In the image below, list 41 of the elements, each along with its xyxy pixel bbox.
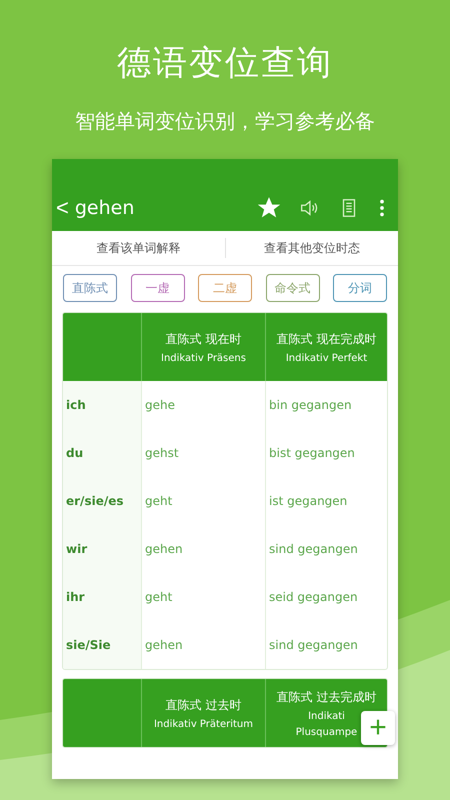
- back-button[interactable]: <: [54, 197, 71, 219]
- table-cell: bin gegangen: [265, 381, 387, 429]
- tense-name-german: Indikativ Perfekt: [286, 352, 368, 364]
- more-icon[interactable]: [378, 197, 386, 219]
- tense-name-german: Indikativ Präteritum: [154, 718, 253, 730]
- tab[interactable]: 查看其他变位时态: [226, 238, 398, 258]
- pronoun-cell: ich: [63, 381, 141, 429]
- tense-name-german: Plusquampe: [296, 726, 358, 738]
- tense-name: 直陈式 现在完成时: [276, 330, 376, 348]
- star-icon[interactable]: [258, 197, 280, 219]
- pronoun-cell: wir: [63, 525, 141, 573]
- tense-name-german: Indikati: [308, 710, 345, 722]
- pronoun-cell: du: [63, 429, 141, 477]
- table-cell: bist gegangen: [265, 429, 387, 477]
- pronoun-cell: er/sie/es: [63, 477, 141, 525]
- mood-button[interactable]: 分词: [333, 274, 387, 302]
- table-cell: geht: [141, 477, 265, 525]
- tense-name-german: Indikativ Präsens: [161, 352, 246, 364]
- word-title: gehen: [74, 197, 134, 219]
- table-cell: gehst: [141, 429, 265, 477]
- table-cell: sind gegangen: [265, 621, 387, 669]
- table-cell: geht: [141, 573, 265, 621]
- mood-button[interactable]: 直陈式: [63, 274, 117, 302]
- table-cell: gehe: [141, 381, 265, 429]
- mood-button[interactable]: 一虚: [130, 274, 184, 302]
- table-cell: seid gegangen: [265, 573, 387, 621]
- add-button[interactable]: +: [361, 711, 395, 745]
- pronoun-cell: ihr: [63, 573, 141, 621]
- table-cell: ist gegangen: [265, 477, 387, 525]
- table-cell: gehen: [141, 621, 265, 669]
- tagline: 智能单词变位识别，学习参考必备: [75, 108, 375, 135]
- mood-button[interactable]: 二虚: [198, 274, 252, 302]
- table-cell: gehen: [141, 525, 265, 573]
- table-cell: sind gegangen: [265, 525, 387, 573]
- pronoun-cell: sie/Sie: [63, 621, 141, 669]
- tense-name: 直陈式 过去时: [166, 696, 242, 714]
- tense-name: 直陈式 现在时: [166, 330, 242, 348]
- mood-button[interactable]: 命令式: [266, 274, 320, 302]
- tense-name: 直陈式 过去完成时: [276, 688, 376, 706]
- headline: 德语变位查询: [117, 42, 333, 85]
- tab[interactable]: 查看该单词解释: [52, 238, 224, 258]
